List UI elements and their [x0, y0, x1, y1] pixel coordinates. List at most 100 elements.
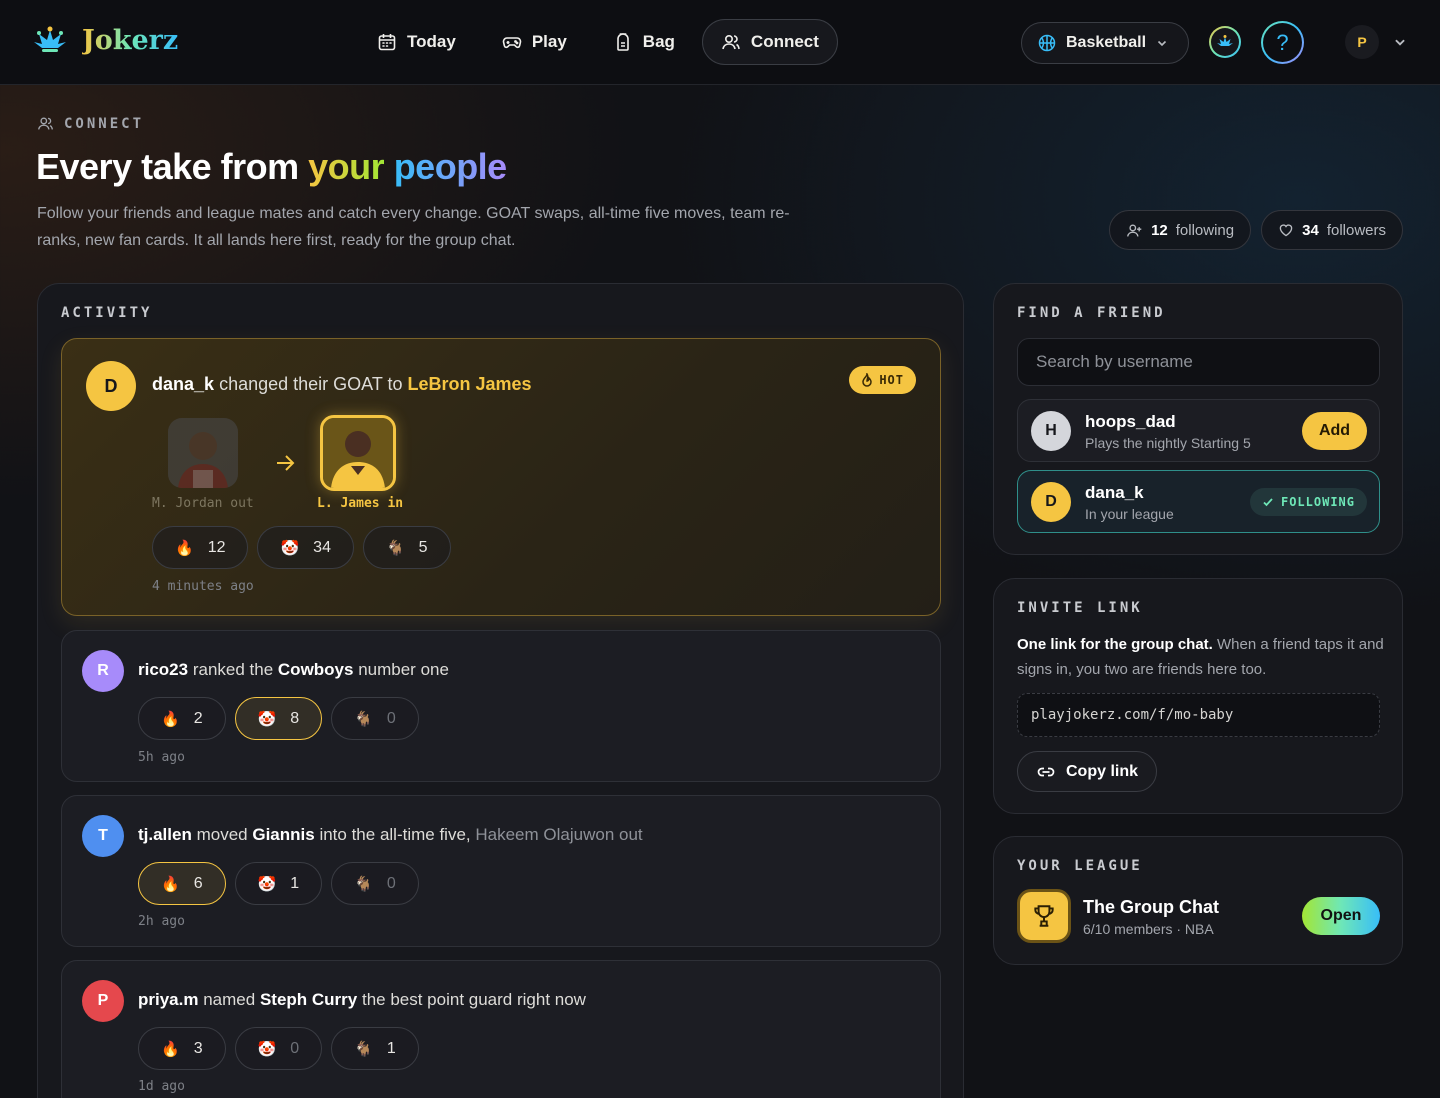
top-nav: Jokerz Today Play Bag Connect Basketball…: [0, 0, 1440, 85]
invite-link-panel: INVITE LINK One link for the group chat.…: [993, 578, 1403, 814]
invite-link-field[interactable]: playjokerz.com/f/mo-baby: [1017, 693, 1380, 737]
rewards-badge-icon[interactable]: [1209, 26, 1241, 58]
player-portrait-icon: [323, 418, 393, 488]
fire-count: 12: [207, 538, 226, 556]
activity-user[interactable]: rico23: [138, 660, 188, 679]
goat-count: 0: [386, 874, 396, 892]
activity-target[interactable]: Steph Curry: [260, 990, 357, 1009]
copy-link-label: Copy link: [1066, 762, 1139, 780]
followers-stat[interactable]: 34 followers: [1261, 210, 1403, 250]
jester-logo-icon: [34, 26, 66, 52]
avatar[interactable]: P: [82, 980, 124, 1022]
clown-reaction[interactable]: 🤡 1: [234, 862, 323, 905]
bag-icon: [616, 33, 629, 51]
goat-count: 1: [386, 1039, 396, 1057]
basketball-icon: [1038, 34, 1056, 52]
invite-label: INVITE LINK: [1017, 600, 1143, 616]
username-search-input[interactable]: [1017, 338, 1380, 386]
nav-play[interactable]: Play: [483, 19, 586, 65]
goat-reaction[interactable]: 🐐 1: [331, 1027, 419, 1070]
friend-following[interactable]: D dana_k In your league FOLLOWING: [1017, 470, 1380, 533]
followers-label: followers: [1326, 221, 1386, 239]
fire-reaction[interactable]: 🔥 2: [138, 697, 226, 740]
fire-reaction[interactable]: 🔥 12: [152, 526, 249, 569]
activity-user[interactable]: priya.m: [138, 990, 198, 1009]
title-highlight-2: people: [393, 146, 508, 187]
goat-icon: 🐐: [385, 539, 405, 557]
goat-reaction[interactable]: 🐐 0: [331, 862, 419, 905]
fire-reaction[interactable]: 🔥 3: [138, 1027, 226, 1070]
following-badge[interactable]: FOLLOWING: [1249, 488, 1367, 516]
nav-connect-label: Connect: [750, 32, 819, 51]
activity-target[interactable]: Cowboys: [278, 660, 354, 679]
fire-count: 6: [193, 874, 203, 892]
timestamp: 2h ago: [138, 914, 185, 929]
hot-label: HOT: [879, 373, 904, 387]
nav-connect[interactable]: Connect: [701, 19, 838, 65]
timestamp: 5h ago: [138, 750, 185, 765]
activity-card: P priya.m named Steph Curry the best poi…: [61, 960, 941, 1098]
goat-count: 5: [418, 538, 428, 556]
player-out-label: M. Jordan out: [152, 496, 254, 511]
nav-today[interactable]: Today: [358, 19, 475, 65]
arrow-right-icon: [277, 455, 295, 471]
copy-link-button[interactable]: Copy link: [1017, 751, 1158, 792]
open-league-button[interactable]: Open: [1302, 897, 1380, 935]
activity-user[interactable]: dana_k: [152, 374, 214, 394]
friend-suggestion[interactable]: H hoops_dad Plays the nightly Starting 5…: [1017, 399, 1380, 462]
people-icon: [722, 34, 740, 50]
avatar[interactable]: D: [86, 361, 136, 411]
clown-reaction[interactable]: 🤡 34: [257, 526, 354, 569]
invite-bold: One link for the group chat.: [1017, 636, 1213, 653]
user-menu[interactable]: P: [1345, 25, 1407, 59]
clown-count: 0: [290, 1039, 300, 1057]
activity-action: named: [203, 990, 256, 1009]
activity-card: T tj.allen moved Giannis into the all-ti…: [61, 795, 941, 947]
following-stat[interactable]: 12 following: [1109, 210, 1252, 250]
clown-reaction[interactable]: 🤡 8: [234, 697, 323, 740]
following-count: 12: [1151, 221, 1168, 239]
add-user-icon: [1127, 224, 1142, 237]
activity-card-hot: D dana_k changed their GOAT to LeBron Ja…: [61, 338, 941, 616]
goat-reaction[interactable]: 🐐 5: [362, 526, 451, 569]
activity-user[interactable]: tj.allen: [138, 825, 192, 844]
add-friend-button[interactable]: Add: [1302, 412, 1367, 450]
activity-text: tj.allen moved Giannis into the all-time…: [138, 825, 643, 845]
activity-target[interactable]: LeBron James: [408, 374, 532, 394]
clown-icon: 🤡: [280, 539, 300, 557]
follow-stats: 12 following 34 followers: [1109, 210, 1403, 250]
activity-action-post: number one: [358, 660, 449, 679]
league-panel: YOUR LEAGUE The Group Chat 6/10 members …: [993, 836, 1403, 965]
avatar[interactable]: T: [82, 815, 124, 857]
chevron-down-icon: [1395, 39, 1405, 46]
calendar-icon: [378, 34, 396, 51]
gamepad-icon: [502, 37, 522, 49]
jester-badge-icon: [1217, 35, 1233, 46]
page-title: Every take from your people: [36, 146, 507, 188]
reactions: 🔥 2 🤡 8 🐐 0: [138, 697, 419, 740]
flame-icon: [862, 373, 873, 387]
timestamp: 1d ago: [138, 1079, 185, 1094]
clown-reaction[interactable]: 🤡 0: [234, 1027, 323, 1070]
avatar[interactable]: R: [82, 650, 124, 692]
following-label: following: [1175, 221, 1235, 239]
fire-reaction[interactable]: 🔥 6: [138, 862, 226, 905]
chevron-down-icon: [1157, 40, 1167, 47]
logo[interactable]: Jokerz: [30, 24, 178, 56]
friend-name: hoops_dad: [1085, 412, 1176, 431]
check-icon: [1263, 498, 1273, 507]
clown-count: 8: [290, 709, 300, 727]
goat-icon: 🐐: [354, 875, 373, 893]
help-button[interactable]: ?: [1261, 21, 1304, 64]
link-icon: [1037, 767, 1055, 776]
activity-text: dana_k changed their GOAT to LeBron Jame…: [152, 374, 532, 395]
activity-action-post: into the all-time five,: [319, 825, 471, 844]
activity-action: changed their GOAT to: [219, 374, 403, 394]
fire-icon: 🔥: [175, 539, 194, 557]
sport-selector[interactable]: Basketball: [1021, 22, 1189, 64]
hot-badge: HOT: [849, 366, 916, 394]
goat-reaction[interactable]: 🐐 0: [331, 697, 419, 740]
nav-bag[interactable]: Bag: [594, 19, 694, 65]
activity-text: priya.m named Steph Curry the best point…: [138, 990, 586, 1010]
activity-target[interactable]: Giannis: [252, 825, 314, 844]
